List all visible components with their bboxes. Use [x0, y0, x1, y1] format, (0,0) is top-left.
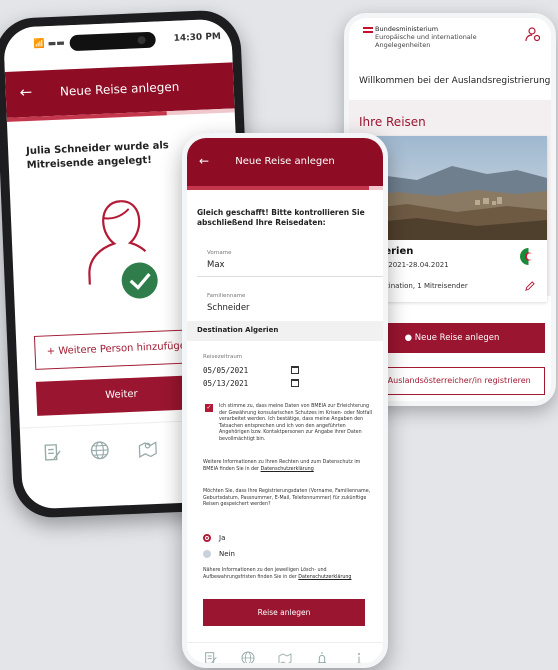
globe-icon[interactable] [240, 650, 256, 663]
phone-reise-pruefen: ← Neue Reise anlegen Gleich geschafft! B… [182, 133, 388, 668]
lastname-label: Familienname [207, 293, 246, 299]
review-intro: Gleich geschafft! Bitte kontrollieren Si… [197, 208, 365, 227]
new-trip-label: Neue Reise anlegen [414, 333, 500, 343]
info-icon[interactable] [351, 650, 367, 663]
retention-policy-link[interactable]: Datenschutzerklärung [298, 575, 351, 580]
austria-flag-icon [363, 27, 373, 33]
create-trip-button[interactable]: Reise anlegen [203, 599, 365, 626]
map-pin-icon[interactable] [277, 650, 293, 663]
destination-heading: Destination Algerien [187, 321, 383, 341]
period-label: Reisezeitraum [203, 354, 243, 360]
algeria-flag-icon [520, 248, 537, 265]
save-data-question: Möchten Sie, dass Ihre Registrierungsdat… [203, 489, 371, 508]
progress-bar [187, 186, 383, 190]
retention-info: Nähere Informationen zu den jeweiligen L… [203, 568, 371, 581]
person-check-icon [80, 192, 165, 305]
date-to-input[interactable]: 05/13/2021 [203, 379, 248, 388]
privacy-info: Weitere Informationen zu Ihren Rechten u… [203, 460, 371, 473]
firstname-value[interactable]: Max [207, 260, 225, 270]
lastname-value[interactable]: Schneider [207, 303, 250, 313]
radio-nein[interactable] [203, 550, 211, 558]
alarm-icon[interactable] [314, 650, 330, 664]
bottom-nav [187, 642, 383, 664]
consent-text: Ich stimme zu, dass meine Daten von BMEI… [219, 404, 373, 442]
radio-nein-label: Nein [219, 550, 235, 558]
add-person-button[interactable]: + Weitere Person hinzufügen [33, 328, 206, 370]
success-message: Julia Schneider wurde als Mitreisende an… [25, 140, 170, 172]
map-pin-icon[interactable] [136, 436, 159, 459]
user-settings-icon[interactable] [525, 26, 541, 42]
progress-fill [187, 186, 370, 190]
calendar-icon[interactable] [291, 366, 299, 374]
date-from-input[interactable]: 05/05/2021 [203, 366, 248, 375]
calendar-icon[interactable] [291, 379, 299, 387]
radio-ja[interactable] [203, 534, 211, 542]
ministry-name-line2: Europäische und internationale [375, 33, 477, 41]
header-title: Neue Reise anlegen [235, 156, 335, 167]
app-header: ← Neue Reise anlegen [187, 138, 383, 186]
globe-icon[interactable] [89, 438, 112, 461]
firstname-label: Vorname [207, 250, 232, 256]
privacy-policy-link[interactable]: Datenschutzerklärung [261, 467, 314, 472]
form-icon[interactable] [41, 440, 64, 463]
status-time: 14:30 PM [173, 31, 222, 44]
signal-indicator: 📶 ▬▬ [33, 38, 65, 50]
header-title: Neue Reise anlegen [59, 79, 180, 99]
form-icon[interactable] [203, 650, 219, 663]
consent-checkbox[interactable]: ✓ [205, 404, 213, 412]
trips-heading: Ihre Reisen [359, 115, 426, 129]
field-divider [197, 276, 383, 277]
camera-notch [69, 31, 156, 52]
edit-pencil-icon[interactable] [524, 281, 535, 292]
radio-ja-label: Ja [219, 534, 226, 542]
location-pin-icon: ● [404, 333, 415, 343]
ministry-name-line1: Bundesministerium [375, 25, 439, 33]
ministry-name-line3: Angelegenheiten [375, 41, 431, 49]
welcome-text: Willkommen bei der Auslandsregistrierung… [359, 76, 554, 86]
